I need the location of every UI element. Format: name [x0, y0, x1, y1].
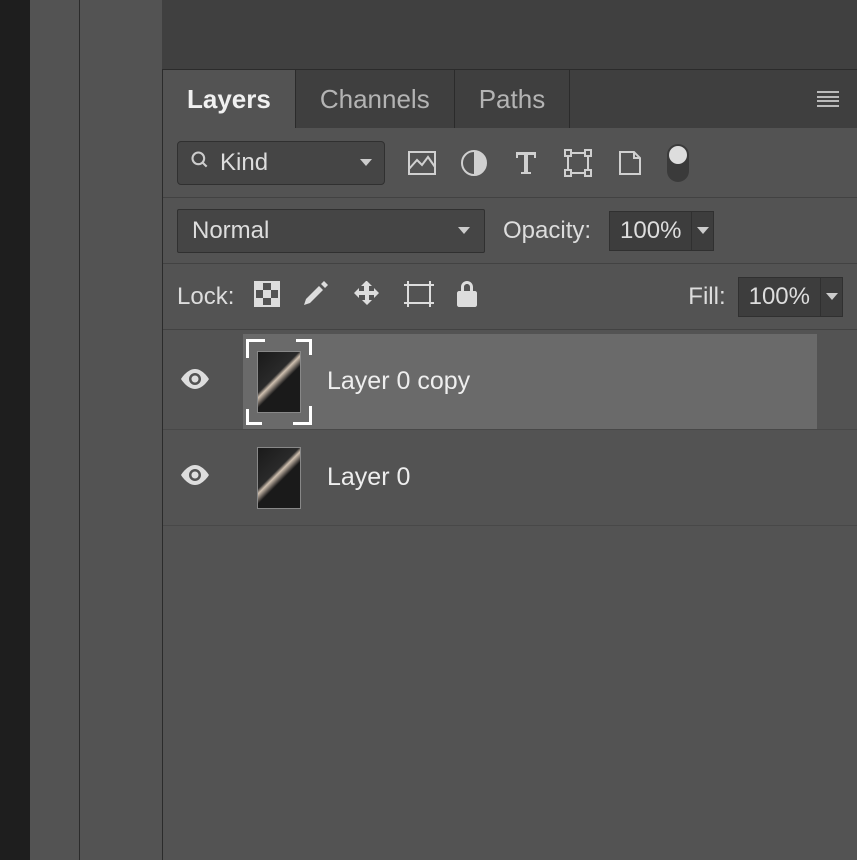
- filter-toggle[interactable]: [667, 144, 689, 182]
- layer-row[interactable]: Layer 0: [163, 430, 857, 526]
- layer-list: Layer 0 copy Layer 0: [163, 330, 857, 526]
- fill-group: Fill: 100%: [688, 277, 843, 317]
- blend-mode-label: Normal: [192, 217, 458, 245]
- filter-smartobject-icon[interactable]: [615, 148, 645, 178]
- fill-value[interactable]: 100%: [738, 277, 821, 317]
- chevron-down-icon: [697, 227, 709, 234]
- chevron-down-icon: [826, 293, 838, 300]
- search-icon: [190, 150, 210, 176]
- lock-transparency-icon[interactable]: [254, 281, 280, 312]
- lock-label: Lock:: [177, 283, 234, 311]
- lock-icons: [254, 279, 478, 314]
- tab-spacer: [570, 70, 857, 128]
- filter-shape-icon[interactable]: [563, 148, 593, 178]
- layer-name[interactable]: Layer 0 copy: [327, 367, 470, 396]
- blend-mode-select[interactable]: Normal: [177, 209, 485, 253]
- visibility-eye-icon[interactable]: [180, 465, 210, 490]
- lock-all-icon[interactable]: [456, 280, 478, 313]
- layers-panel: Layers Channels Paths Kind: [162, 70, 857, 860]
- opacity-dropdown[interactable]: [692, 211, 714, 251]
- tab-layers[interactable]: Layers: [163, 70, 296, 128]
- app-left-strip: [0, 0, 30, 860]
- filter-type-icon[interactable]: [511, 148, 541, 178]
- layer-row[interactable]: Layer 0 copy: [163, 334, 857, 430]
- filter-pixel-icon[interactable]: [407, 148, 437, 178]
- layer-thumbnail[interactable]: [249, 342, 309, 422]
- chevron-down-icon: [360, 159, 372, 166]
- filter-kind-select[interactable]: Kind: [177, 141, 385, 185]
- blend-row: Normal Opacity: 100%: [163, 198, 857, 264]
- lock-row: Lock: Fill: 100%: [163, 264, 857, 330]
- lock-position-icon[interactable]: [352, 279, 382, 314]
- canvas-area: [162, 0, 857, 70]
- layer-filter-row: Kind: [163, 128, 857, 198]
- layer-name[interactable]: Layer 0: [327, 463, 410, 492]
- panel-gutter: [30, 0, 80, 860]
- filter-adjustment-icon[interactable]: [459, 148, 489, 178]
- opacity-label[interactable]: Opacity:: [503, 217, 591, 245]
- fill-label[interactable]: Fill:: [688, 283, 725, 311]
- panel-menu-icon[interactable]: [817, 91, 839, 107]
- chevron-down-icon: [458, 227, 470, 234]
- tab-channels[interactable]: Channels: [296, 70, 455, 128]
- filter-kind-label: Kind: [220, 149, 350, 177]
- fill-dropdown[interactable]: [821, 277, 843, 317]
- panel-tabs: Layers Channels Paths: [163, 70, 857, 128]
- lock-artboard-icon[interactable]: [404, 281, 434, 312]
- visibility-eye-icon[interactable]: [180, 369, 210, 394]
- lock-pixels-icon[interactable]: [302, 279, 330, 314]
- opacity-value[interactable]: 100%: [609, 211, 692, 251]
- tab-paths[interactable]: Paths: [455, 70, 571, 128]
- layer-thumbnail[interactable]: [249, 438, 309, 518]
